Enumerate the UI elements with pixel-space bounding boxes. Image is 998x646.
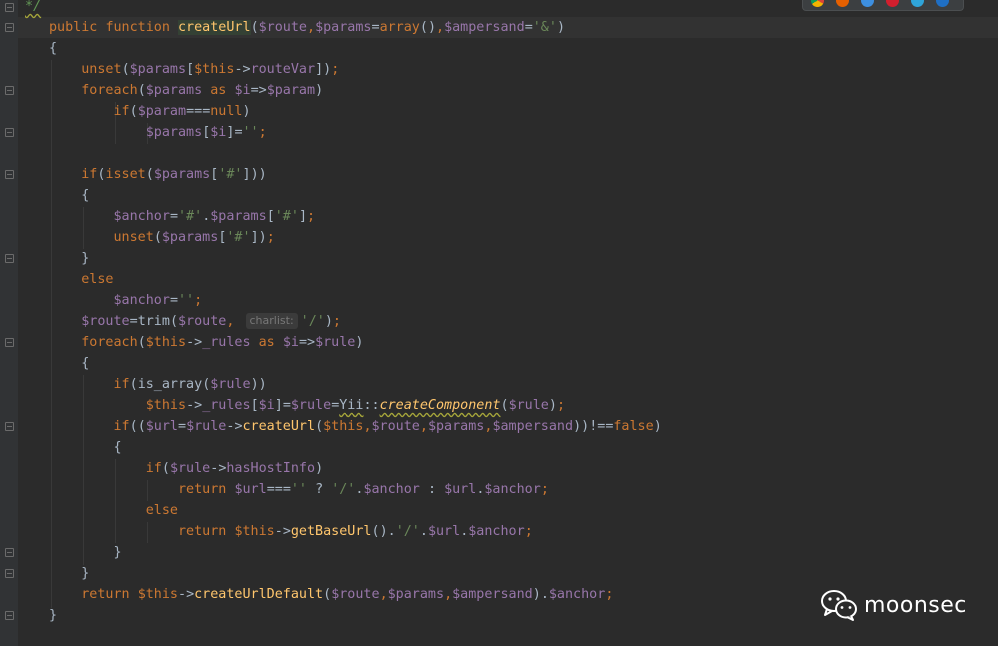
code-line[interactable]: { xyxy=(49,437,122,458)
code-line[interactable]: } xyxy=(49,605,57,626)
code-line[interactable]: else xyxy=(49,500,178,521)
code-line[interactable]: else xyxy=(49,269,113,290)
code-line[interactable]: */ xyxy=(25,0,41,17)
code-line[interactable]: $this->_rules[$i]=$rule=Yii::createCompo… xyxy=(49,395,565,416)
code-line[interactable]: } xyxy=(49,248,89,269)
code-line[interactable]: return $url==='' ? '/'.$anchor : $url.$a… xyxy=(49,479,549,500)
ie-icon[interactable] xyxy=(936,0,949,7)
fold-marker[interactable] xyxy=(5,86,14,95)
code-line[interactable]: $anchor=''; xyxy=(49,290,203,311)
code-line[interactable]: unset($params[$this->routeVar]); xyxy=(49,59,339,80)
edge-icon[interactable] xyxy=(911,0,924,7)
opera-icon[interactable] xyxy=(886,0,899,7)
watermark-text: moonsec xyxy=(864,592,967,618)
code-line[interactable]: $anchor='#'.$params['#']; xyxy=(49,206,316,227)
code-line[interactable]: } xyxy=(49,563,89,584)
wechat-icon xyxy=(820,588,858,622)
safari-icon[interactable] xyxy=(861,0,874,7)
code-line[interactable]: { xyxy=(49,38,57,59)
fold-marker[interactable] xyxy=(5,3,14,12)
code-line[interactable]: return $this->getBaseUrl().'/'.$url.$anc… xyxy=(49,521,533,542)
watermark: moonsec xyxy=(820,588,967,622)
code-line[interactable]: if(is_array($rule)) xyxy=(49,374,267,395)
chrome-icon[interactable] xyxy=(811,0,824,7)
code-line[interactable]: { xyxy=(49,353,89,374)
code-line[interactable]: return $this->createUrlDefault($route,$p… xyxy=(49,584,613,605)
fold-marker[interactable] xyxy=(5,170,14,179)
code-line[interactable]: unset($params['#']); xyxy=(49,227,275,248)
code-line[interactable]: public function createUrl($route,$params… xyxy=(49,17,565,38)
code-line[interactable]: { xyxy=(49,185,89,206)
code-line[interactable]: if($param===null) xyxy=(49,101,251,122)
fold-marker[interactable] xyxy=(5,422,14,431)
code-line[interactable]: $params[$i]=''; xyxy=(49,122,267,143)
code-line[interactable]: if(isset($params['#'])) xyxy=(49,164,266,185)
fold-marker[interactable] xyxy=(5,548,14,557)
code-line[interactable]: if(($url=$rule->createUrl($this,$route,$… xyxy=(49,416,662,437)
fold-marker[interactable] xyxy=(5,254,14,263)
parameter-hint: charlist: xyxy=(245,313,298,329)
code-line[interactable]: foreach($params as $i=>$param) xyxy=(49,80,323,101)
fold-marker[interactable] xyxy=(5,569,14,578)
code-line[interactable]: $route=trim($route, charlist: '/'); xyxy=(49,311,341,332)
code-editor[interactable]: */ public function createUrl($route,$para… xyxy=(18,0,998,646)
fold-marker[interactable] xyxy=(5,128,14,137)
code-line[interactable]: if($rule->hasHostInfo) xyxy=(49,458,323,479)
browser-preview-bar xyxy=(802,0,964,11)
editor-gutter xyxy=(0,0,18,646)
firefox-icon[interactable] xyxy=(836,0,849,7)
fold-marker[interactable] xyxy=(5,23,14,32)
code-line[interactable]: foreach($this->_rules as $i=>$rule) xyxy=(49,332,363,353)
fold-marker[interactable] xyxy=(5,611,14,620)
code-line[interactable]: } xyxy=(49,542,122,563)
fold-marker[interactable] xyxy=(5,338,14,347)
